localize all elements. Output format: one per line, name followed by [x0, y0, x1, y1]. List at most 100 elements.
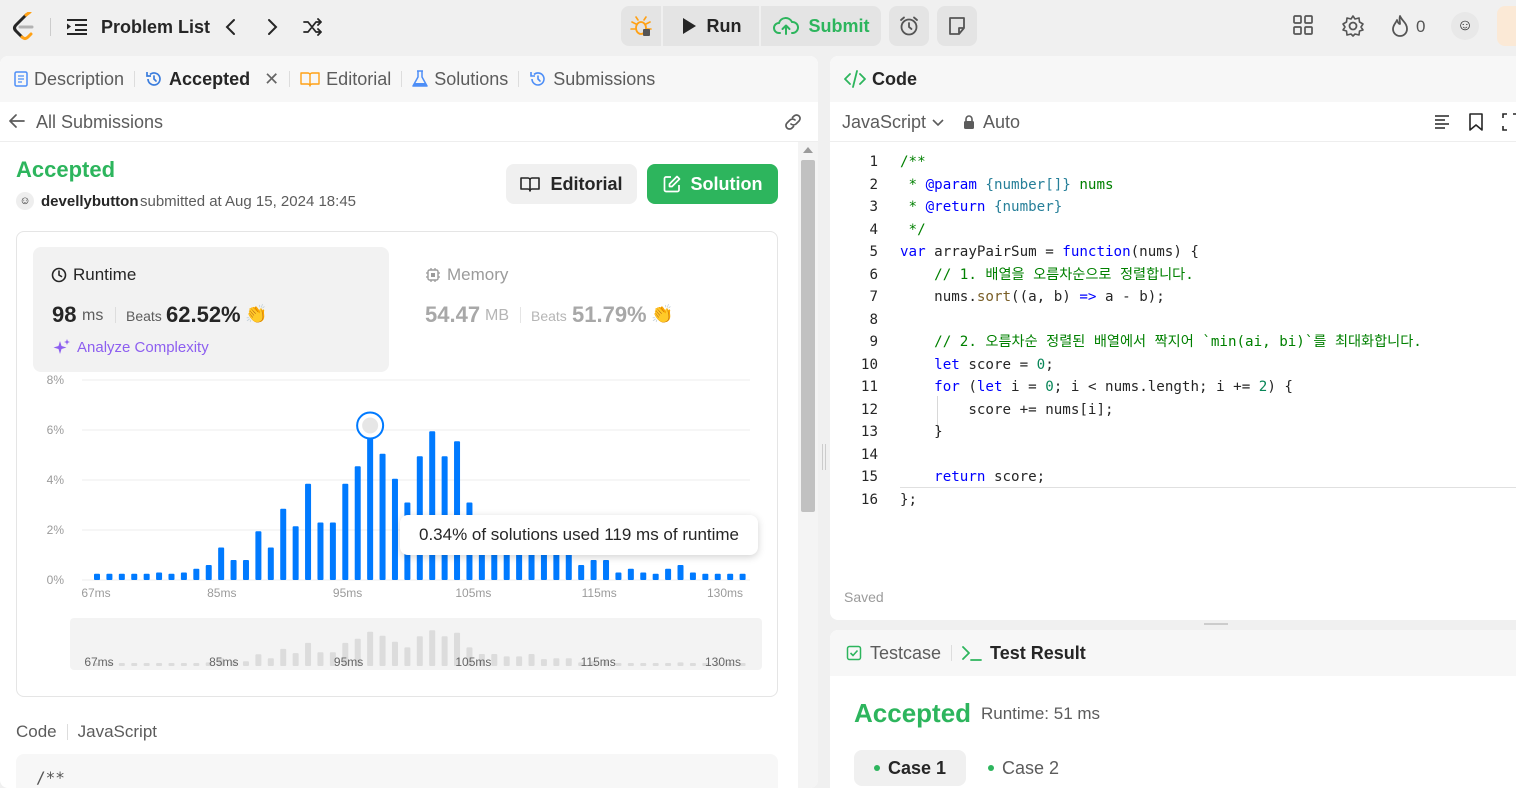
line-number: 3	[869, 199, 878, 215]
tab-testcase[interactable]: Testcase	[846, 643, 941, 664]
grid-icon	[1293, 15, 1313, 35]
line-number: 6	[869, 266, 878, 283]
code-line: return score;	[934, 469, 1046, 485]
language-select[interactable]: JavaScript	[842, 112, 944, 133]
memory-beats-pct: 51.79%	[572, 302, 647, 327]
code-preview-text: /**	[36, 768, 65, 787]
y-tick-label: 0%	[47, 573, 65, 587]
layout-button[interactable]	[1292, 14, 1314, 41]
minimap-label: 67ms	[84, 655, 113, 669]
submission-time: submitted at Aug 15, 2024 18:45	[140, 193, 356, 210]
streak-button[interactable]	[1390, 14, 1410, 43]
expand-icon[interactable]	[1502, 113, 1516, 131]
format-icon[interactable]	[1433, 113, 1451, 131]
lock-icon	[964, 115, 974, 129]
minimap-bar	[143, 663, 150, 666]
x-tick-label: 115ms	[582, 586, 617, 600]
list-icon[interactable]	[66, 17, 88, 37]
code-line: */	[900, 221, 926, 238]
memory-label[interactable]: Memory	[425, 265, 508, 285]
minimap-bar	[292, 653, 299, 666]
chart-bar	[627, 568, 634, 580]
run-button[interactable]: Run	[663, 6, 759, 46]
chart-bar	[652, 573, 659, 580]
link-icon[interactable]	[782, 112, 804, 132]
minimap-bar	[503, 656, 510, 666]
panel-resizer[interactable]	[818, 56, 830, 788]
timer-button[interactable]	[889, 6, 929, 46]
problem-list-link[interactable]: Problem List	[101, 17, 210, 38]
line-number: 8	[869, 311, 878, 328]
leetcode-logo-icon[interactable]	[10, 12, 38, 42]
line-number: 2	[869, 176, 878, 193]
book-icon	[300, 72, 320, 87]
editorial-button[interactable]: Editorial	[506, 164, 637, 204]
chart-bar	[379, 453, 386, 580]
scroll-up-arrow-icon[interactable]	[803, 147, 813, 153]
left-tab-bar: Description Accepted ✕ Editorial Solutio…	[0, 56, 818, 102]
random-problem-button[interactable]	[300, 14, 326, 40]
prev-problem-button[interactable]	[218, 14, 244, 40]
minimap-bar	[627, 663, 634, 666]
chart-bar	[118, 573, 125, 580]
runtime-value: 98	[52, 302, 77, 327]
result-tab-bar: Testcase Test Result	[830, 630, 1516, 676]
document-icon	[14, 71, 28, 87]
code-line: }	[900, 424, 943, 440]
resizer-grip[interactable]	[822, 444, 826, 470]
code-tab-title[interactable]: Code	[872, 69, 917, 90]
scrollbar-thumb[interactable]	[801, 160, 815, 512]
panel-resizer-horizontal[interactable]	[830, 620, 1516, 630]
arrow-left-icon[interactable]	[8, 112, 26, 130]
settings-button[interactable]	[1341, 14, 1365, 43]
resizer-grip[interactable]	[1204, 623, 1228, 625]
code-editor[interactable]: 1 /** 2 * @param {number[]} nums 3 * @retur…	[830, 142, 1516, 522]
avatar-icon[interactable]: ☺	[1451, 12, 1479, 40]
runtime-box[interactable]: Runtime 98 ms Beats 62.52% 👏 Analyze Com…	[33, 247, 389, 372]
minimap-bar	[528, 654, 535, 666]
chart-bar	[292, 526, 299, 580]
code-line: };	[900, 491, 918, 508]
submit-button[interactable]: Submit	[761, 6, 881, 46]
tab-test-result[interactable]: Test Result	[962, 643, 1086, 664]
run-label: Run	[706, 15, 742, 36]
tab-editorial[interactable]: Editorial	[300, 56, 401, 102]
line-number: 9	[869, 334, 878, 350]
bookmark-icon[interactable]	[1468, 113, 1484, 131]
clap-icon: 👏	[651, 304, 674, 324]
next-problem-button[interactable]	[259, 14, 285, 40]
chart-bar	[727, 573, 734, 580]
premium-button[interactable]	[1497, 6, 1516, 46]
minimap-bar	[429, 630, 436, 666]
case-2-button[interactable]: Case 2	[968, 750, 1079, 786]
all-submissions-link[interactable]: All Submissions	[36, 112, 163, 133]
line-number: 14	[860, 446, 878, 463]
minimap-label: 130ms	[705, 655, 741, 669]
flask-icon	[412, 70, 428, 87]
chart-bar	[391, 478, 398, 580]
auto-mode-toggle[interactable]: Auto	[963, 112, 1020, 133]
chart-bar	[317, 522, 324, 580]
result-status: Accepted	[854, 698, 972, 728]
alarm-icon	[900, 16, 918, 36]
solution-button[interactable]: Solution	[647, 164, 778, 204]
minimap-label: 115ms	[581, 655, 616, 669]
chart-bar	[280, 508, 287, 580]
line-number: 5	[869, 244, 878, 260]
close-icon[interactable]: ✕	[264, 69, 279, 90]
debug-button[interactable]	[621, 6, 661, 46]
chart-bar	[739, 573, 746, 580]
minimap-bar	[665, 663, 672, 666]
tab-accepted[interactable]: Accepted ✕	[145, 56, 289, 102]
case-1-button[interactable]: Case 1	[854, 750, 967, 786]
tab-submissions[interactable]: Submissions	[529, 56, 665, 102]
chart-bar	[714, 573, 721, 580]
analyze-complexity-link[interactable]: Analyze Complexity	[53, 338, 209, 356]
chart-bar	[590, 560, 597, 580]
notes-button[interactable]	[937, 6, 977, 46]
tab-description[interactable]: Description	[14, 56, 134, 102]
tab-solutions[interactable]: Solutions	[412, 56, 518, 102]
submission-user[interactable]: devellybutton	[41, 193, 139, 210]
chart-bar	[429, 431, 436, 580]
chart-bar	[329, 522, 336, 580]
